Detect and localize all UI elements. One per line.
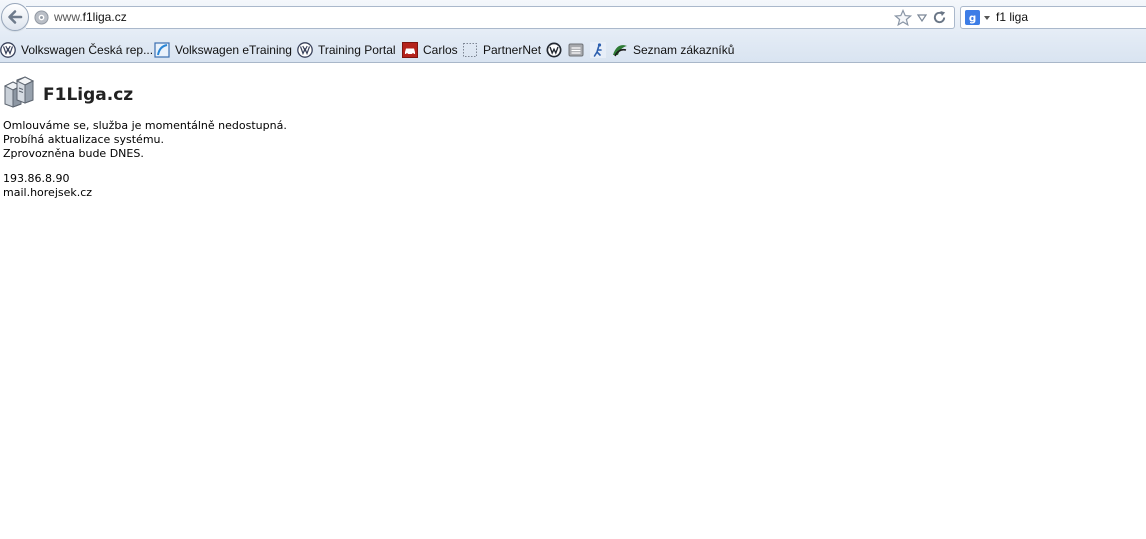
bookmark-label: Carlos [423,42,458,57]
history-dropdown-icon[interactable] [917,14,927,22]
vw-icon [0,41,16,58]
back-arrow-icon [8,10,23,24]
back-button[interactable] [1,3,29,31]
vw-dark-icon [546,42,562,57]
bookmark-label: Training Portal [318,42,396,57]
reload-icon[interactable] [932,10,947,25]
search-engine-dropdown-icon[interactable] [984,16,990,20]
seat-icon [568,43,584,56]
bookmark-label: PartnerNet [483,42,542,57]
globe-icon [34,10,49,25]
url-prefix: www. [54,10,83,24]
bookmark-runner[interactable] [590,40,606,59]
bookmark-carlos[interactable]: Carlos [402,40,458,59]
bookmarks-toolbar: Volkswagen Česká rep... Volkswagen eTrai… [0,36,1146,63]
site-title: F1Liga.cz [43,85,134,105]
navigation-toolbar: www.f1liga.cz g f1 liga [0,0,1146,36]
svg-text:g: g [969,13,976,25]
runner-icon [590,41,606,58]
server-logo-icon [3,76,35,108]
mail-host: mail.horejsek.cz [3,186,93,199]
bookmark-label: Seznam zákazníků [633,42,735,57]
search-input[interactable]: f1 liga [996,10,1028,25]
skoda-icon [613,44,627,56]
bookmark-volkswagen-etraining[interactable]: Volkswagen eTraining [154,40,292,59]
unavailable-message: Omlouváme se, služba je momentálně nedos… [3,119,287,132]
vw-icon [297,41,313,58]
google-icon[interactable]: g [965,10,980,25]
bookmark-star-icon[interactable] [894,9,912,27]
search-bar[interactable]: g f1 liga [960,6,1146,29]
ip-address: 193.86.8.90 [3,172,70,185]
url-text[interactable]: www.f1liga.cz [54,10,127,25]
etraining-icon [154,41,170,58]
bookmark-partnernet[interactable]: PartnerNet [462,40,541,59]
car-icon [402,41,418,58]
bookmark-training-portal[interactable]: Training Portal [297,40,396,59]
bookmark-vw-dark[interactable] [546,40,562,59]
restore-message: Zprovozněna bude DNES. [3,147,144,160]
bookmark-label: Volkswagen eTraining [175,42,292,57]
url-bar[interactable]: www.f1liga.cz [26,6,955,29]
bookmark-seznam-zakazniku[interactable]: Seznam zákazníků [612,40,734,59]
bookmark-seat[interactable] [568,40,584,59]
bookmark-volkswagen-ceska-republika[interactable]: Volkswagen Česká rep... [0,40,153,59]
url-host: f1liga.cz [82,10,127,24]
bookmark-label: Volkswagen Česká rep... [21,42,154,57]
update-message: Probíhá aktualizace systému. [3,133,165,146]
page-content: F1Liga.cz Omlouváme se, služba je moment… [0,64,1146,539]
dotted-square-icon [463,42,477,57]
